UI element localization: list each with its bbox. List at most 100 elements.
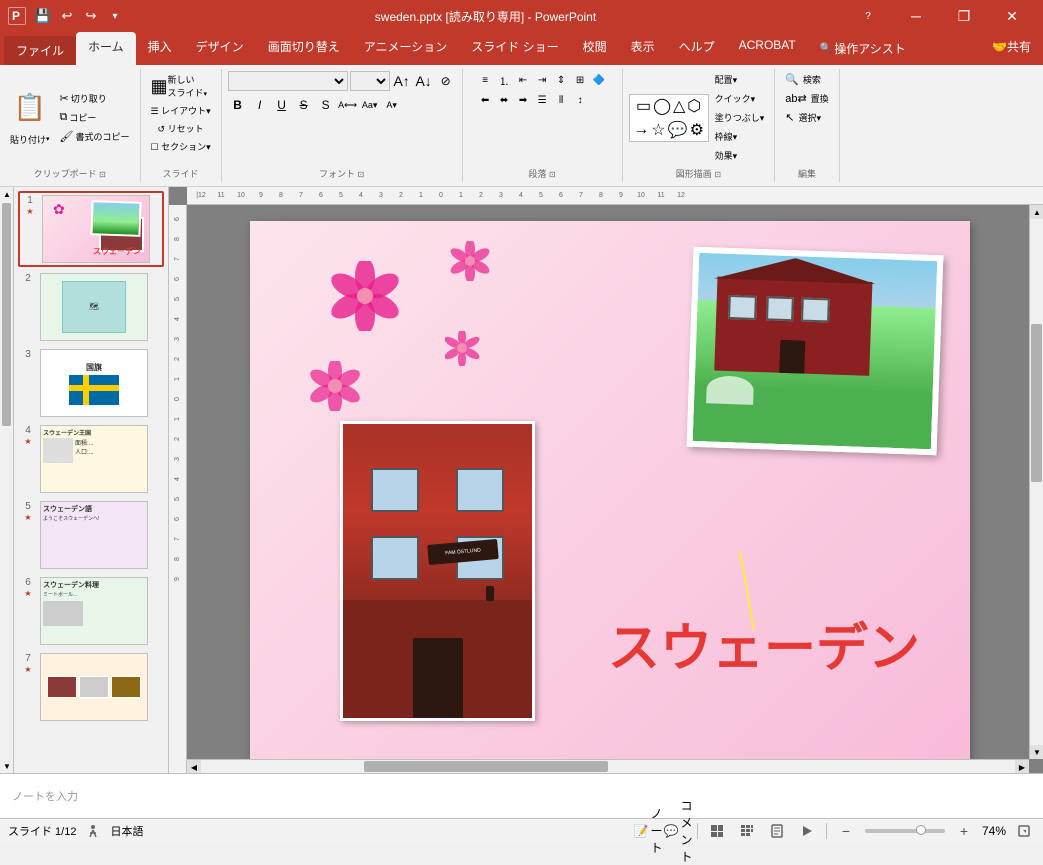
line-spacing-button[interactable]: ↕	[571, 91, 589, 109]
text-direction-button[interactable]: ⇕	[552, 71, 570, 89]
panel-scroll-up[interactable]: ▲	[0, 187, 14, 201]
qat-more-button[interactable]: ▾	[104, 5, 126, 27]
canvas-scrollbar-h[interactable]: ◀ ▶	[187, 759, 1029, 773]
save-button[interactable]: 💾	[32, 5, 54, 27]
tab-file[interactable]: ファイル	[4, 36, 76, 65]
text-shadow-button[interactable]: S	[316, 95, 336, 115]
paste-button[interactable]: 📋 貼り付け▾	[6, 88, 54, 148]
select-button[interactable]: ↖ 選択▾	[781, 109, 832, 126]
zoom-out-btn[interactable]: −	[835, 822, 857, 840]
scroll-down-btn[interactable]: ▼	[1030, 745, 1043, 759]
reset-button[interactable]: ↺ リセット	[154, 120, 208, 137]
strikethrough-button[interactable]: S	[294, 95, 314, 115]
col-button[interactable]: ⫴	[552, 91, 570, 109]
font-color-button[interactable]: A▾	[382, 95, 402, 115]
shapes-panel[interactable]: ▭◯△⬡ →☆💬⚙	[629, 94, 709, 142]
canvas-scrollbar-v[interactable]: ▲ ▼	[1029, 205, 1043, 759]
quickstyle-button[interactable]: クイック▾	[711, 90, 769, 107]
justify-button[interactable]: ☰	[533, 91, 551, 109]
building-photo[interactable]: FAM ÖSTLUND	[340, 421, 535, 721]
slide-thumb-1[interactable]: 1 ★ ✿ スウェーデン	[18, 191, 164, 267]
increase-font-button[interactable]: A↑	[392, 71, 412, 91]
undo-button[interactable]: ↩	[56, 5, 78, 27]
find-button[interactable]: 🔍 検索	[781, 71, 832, 88]
bold-button[interactable]: B	[228, 95, 248, 115]
comment-statusbar-btn[interactable]: 💬 コメント	[667, 822, 689, 840]
list-number-button[interactable]: ⒈	[495, 71, 513, 89]
align-text-button[interactable]: ⊞	[571, 71, 589, 89]
scroll-right-btn[interactable]: ▶	[1015, 760, 1029, 773]
replace-button[interactable]: ab⇄ 置換	[781, 90, 832, 107]
case-button[interactable]: Aa▾	[360, 95, 380, 115]
align-center-button[interactable]: ⬌	[495, 91, 513, 109]
smartart-button[interactable]: 🔷	[590, 71, 608, 89]
underline-button[interactable]: U	[272, 95, 292, 115]
indent-decrease-button[interactable]: ⇤	[514, 71, 532, 89]
tab-transitions[interactable]: 画面切り替え	[256, 32, 352, 65]
font-face-select[interactable]	[228, 71, 348, 91]
zoom-in-btn[interactable]: +	[953, 822, 975, 840]
spacing-button[interactable]: A⟷	[338, 95, 358, 115]
slide-thumb-6[interactable]: 6 ★ スウェーデン料理 ミートボール...	[18, 575, 164, 647]
tab-animations[interactable]: アニメーション	[352, 32, 460, 65]
slide-title[interactable]: スウェーデン	[608, 606, 920, 681]
section-button[interactable]: ☐ セクション▾	[147, 138, 215, 155]
tab-acrobat[interactable]: ACROBAT	[727, 32, 808, 65]
tab-slideshow[interactable]: スライド ショー	[459, 32, 570, 65]
minimize-button[interactable]: ─	[893, 0, 939, 32]
help-button[interactable]: ?	[845, 0, 891, 32]
slide-thumb-2[interactable]: 2 🗺	[18, 271, 164, 343]
slide-thumb-3[interactable]: 3 国旗	[18, 347, 164, 419]
redo-button[interactable]: ↪	[80, 5, 102, 27]
effect-button[interactable]: 効果▾	[711, 147, 769, 164]
tab-review[interactable]: 校閲	[571, 32, 619, 65]
copy-button[interactable]: ⧉コピー	[56, 109, 134, 126]
list-bullet-button[interactable]: ≡	[476, 71, 494, 89]
reading-view-btn[interactable]	[766, 822, 788, 840]
tab-assist[interactable]: 🔍操作アシスト	[808, 32, 918, 65]
tab-help[interactable]: ヘルプ	[667, 32, 727, 65]
indent-increase-button[interactable]: ⇥	[533, 71, 551, 89]
outline-button[interactable]: 枠線▾	[711, 128, 769, 145]
slide-thumb-5[interactable]: 5 ★ スウェーデン語 ようこそスウェーデンへ!	[18, 499, 164, 571]
restore-button[interactable]: ❐	[941, 0, 987, 32]
slide-thumb-7[interactable]: 7 ★	[18, 651, 164, 723]
notes-area[interactable]: ノートを入力	[0, 773, 1043, 818]
scroll-left-btn[interactable]: ◀	[187, 760, 201, 773]
panel-scroll-down[interactable]: ▼	[0, 759, 14, 773]
italic-button[interactable]: I	[250, 95, 270, 115]
notes-statusbar-btn[interactable]: 📝 ノート	[637, 822, 659, 840]
scroll-up-btn[interactable]: ▲	[1030, 205, 1043, 219]
cut-button[interactable]: ✂切り取り	[56, 90, 134, 107]
tab-insert[interactable]: 挿入	[136, 32, 184, 65]
slide-main[interactable]: FAM ÖSTLUND	[250, 221, 970, 761]
slide-panel-scrollbar[interactable]: ▲ ▼	[0, 187, 14, 773]
align-right-button[interactable]: ➡	[514, 91, 532, 109]
notes-placeholder[interactable]: ノートを入力	[12, 788, 78, 804]
tab-design[interactable]: デザイン	[184, 32, 256, 65]
normal-view-btn[interactable]	[706, 822, 728, 840]
tab-view[interactable]: 表示	[619, 32, 667, 65]
align-left-button[interactable]: ⬅	[476, 91, 494, 109]
zoom-level-btn[interactable]: 74%	[983, 822, 1005, 840]
layout-button[interactable]: ☰ レイアウト▾	[147, 102, 215, 119]
fill-button[interactable]: 塗りつぶし▾	[711, 109, 769, 126]
scroll-h-track[interactable]	[201, 760, 1015, 773]
share-button[interactable]: 🤝共有	[980, 32, 1043, 65]
accessibility-icon[interactable]	[84, 822, 102, 840]
zoom-slider[interactable]	[865, 829, 945, 833]
decrease-font-button[interactable]: A↓	[414, 71, 434, 91]
format-painter-button[interactable]: 🖌書式のコピー	[56, 128, 134, 145]
slideshow-btn[interactable]	[796, 822, 818, 840]
tab-home[interactable]: ホーム	[76, 32, 136, 65]
close-button[interactable]: ✕	[989, 0, 1035, 32]
scroll-v-track[interactable]	[1030, 219, 1043, 745]
arrange-button[interactable]: 配置▾	[711, 71, 769, 88]
fit-slide-btn[interactable]	[1013, 822, 1035, 840]
font-size-select[interactable]	[350, 71, 390, 91]
new-slide-button[interactable]: ▦ 新しい スライド▾	[147, 71, 215, 101]
house-photo[interactable]	[687, 247, 944, 456]
slide-sorter-btn[interactable]	[736, 822, 758, 840]
slide-thumb-4[interactable]: 4 ★ スウェーデン王国 面積:...人口:...	[18, 423, 164, 495]
clear-format-button[interactable]: ⊘	[436, 71, 456, 91]
